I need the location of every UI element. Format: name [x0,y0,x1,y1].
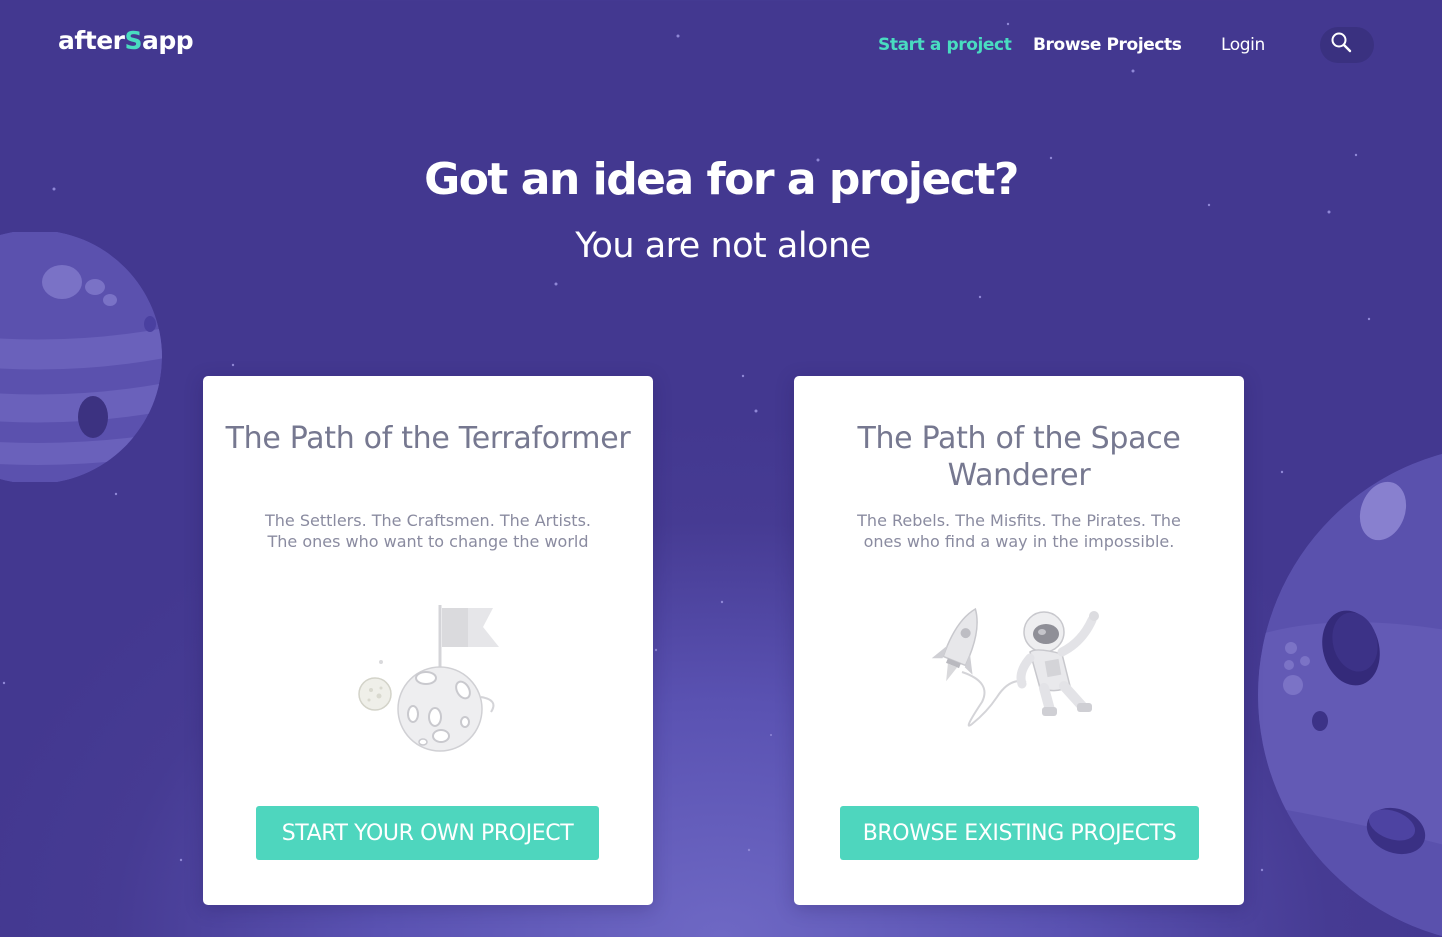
nav-browse-projects-link[interactable]: Browse Projects [1033,35,1182,55]
card-description: The Settlers. The Craftsmen. The Artists… [265,511,591,551]
browse-existing-projects-button[interactable]: BROWSE EXISTING PROJECTS [840,806,1199,860]
logo-text-accent: S [124,26,142,55]
card-description: The Rebels. The Misfits. The Pirates. Th… [857,511,1181,551]
search-button[interactable] [1320,27,1374,63]
logo-text-left: after [58,26,125,55]
top-navigation: afterSapp Start a project Browse Project… [0,0,1442,90]
start-own-project-button[interactable]: START YOUR OWN PROJECT [256,806,599,860]
card-title: The Path of the Space Wanderer [857,421,1181,493]
space-wanderer-card: The Path of the Space Wanderer The Rebel… [794,376,1244,905]
left-planet-decoration [0,232,162,482]
rocket-astronaut-illustration [931,607,1099,727]
logo-text-right: app [142,26,194,55]
aftersapp-logo[interactable]: afterSapp [58,26,194,55]
search-icon [1331,32,1352,53]
nav-start-project-link[interactable]: Start a project [878,35,1012,55]
card-title: The Path of the Terraformer [225,421,631,456]
terraformer-card: The Path of the Terraformer The Settlers… [203,376,653,905]
hero-subtitle: You are not alone [575,226,871,266]
right-planet-decoration [1258,445,1442,937]
nav-login-link[interactable]: Login [1221,35,1265,55]
hero-title: Got an idea for a project? [424,154,1019,205]
moon-flag-illustration [358,605,499,752]
